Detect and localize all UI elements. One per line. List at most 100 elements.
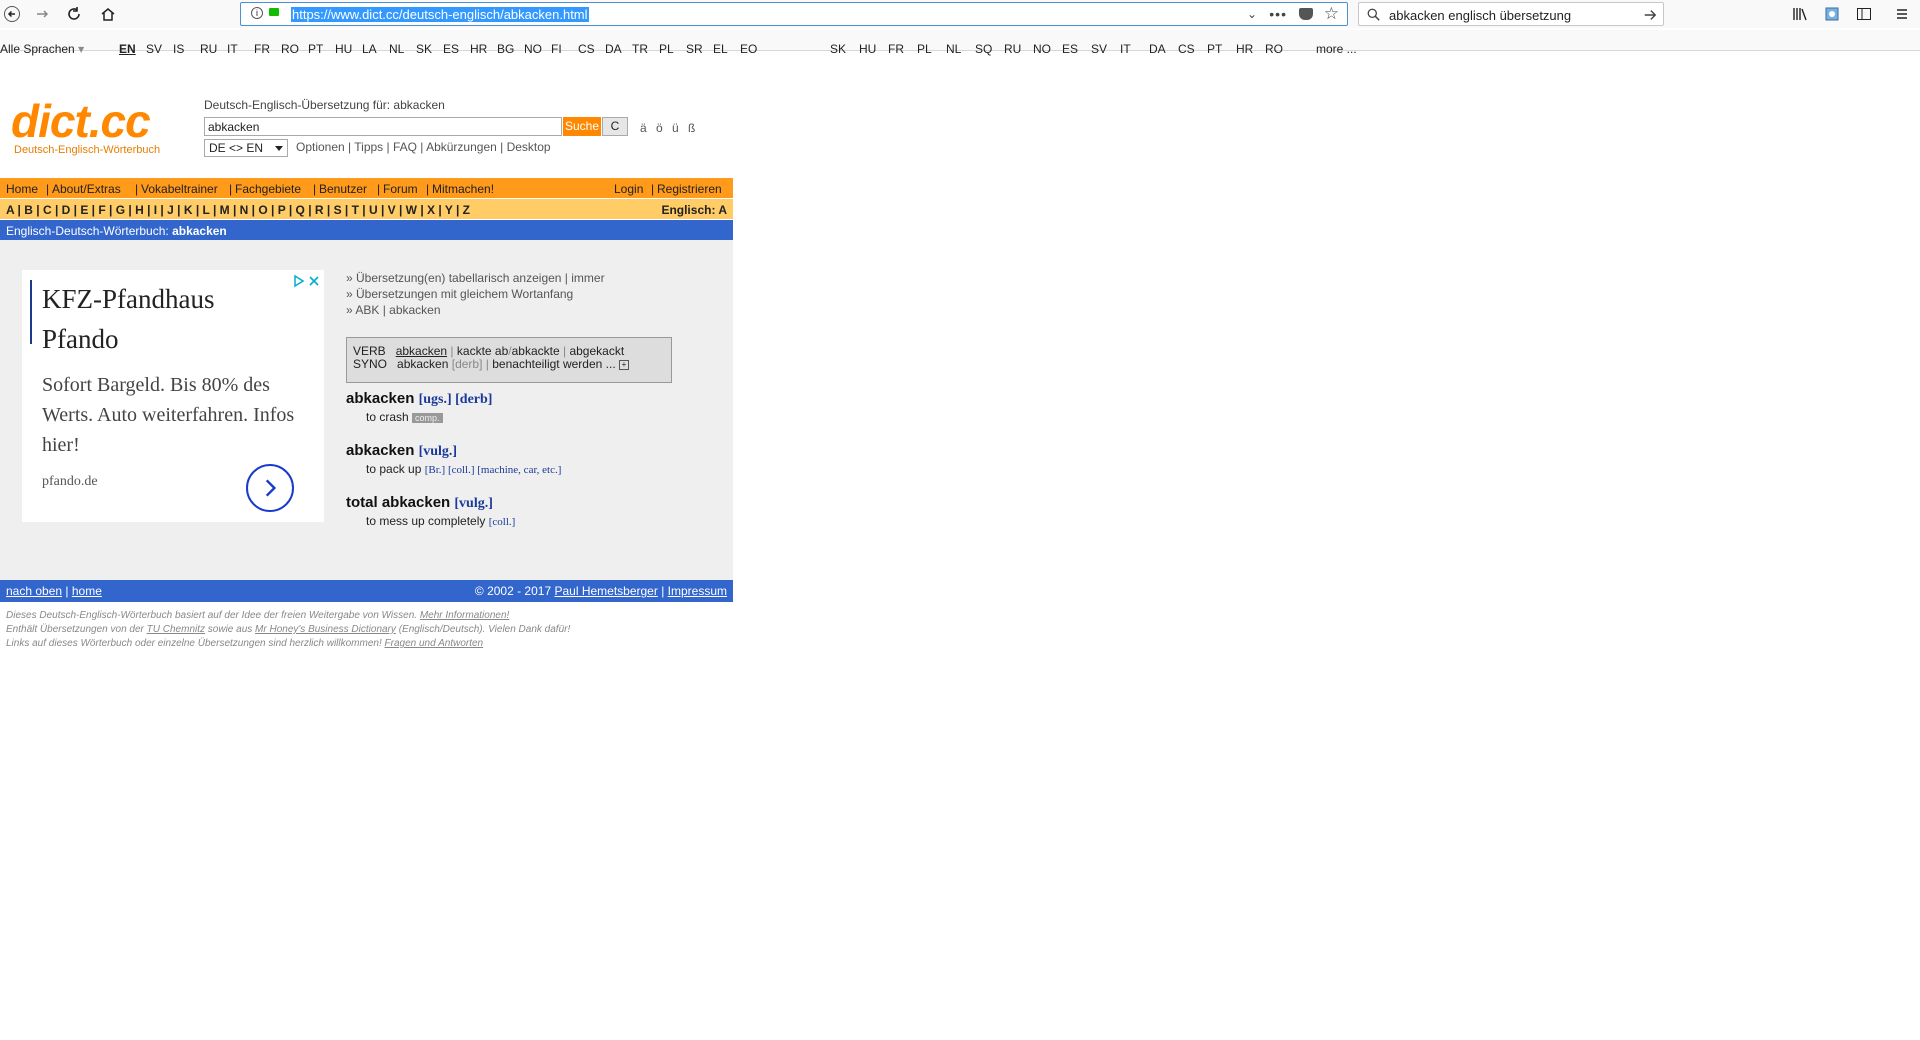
entry-term[interactable]: abkacken [346,390,414,407]
nav-link-forum[interactable]: Forum [383,182,418,196]
entry-headword[interactable]: abkacken [ugs.] [derb] [346,390,492,408]
dropdown-icon[interactable]: ⌄ [1247,7,1257,21]
language-link-2-no[interactable]: NO [1033,42,1051,56]
language-link-2-da[interactable]: DA [1149,42,1166,56]
bookmark-star-icon[interactable]: ☆ [1324,4,1339,24]
language-link-2-pt[interactable]: PT [1207,42,1222,56]
language-link-en[interactable]: EN [119,42,136,56]
language-link-fi[interactable]: FI [551,42,562,56]
language-link-eo[interactable]: EO [740,42,757,56]
page-actions-icon[interactable]: ••• [1269,6,1287,22]
language-link-2-fr[interactable]: FR [888,42,904,56]
back-icon[interactable] [0,2,24,26]
library-icon[interactable] [1788,2,1812,26]
language-link-el[interactable]: EL [713,42,728,56]
verb-infinitive[interactable]: abkacken [396,344,447,358]
nav-link-registrieren[interactable]: Registrieren [657,182,722,196]
nav-link-fachgebiete[interactable]: Fachgebiete [235,182,301,196]
more-languages-link[interactable]: more ... [1316,42,1357,56]
entry-headword[interactable]: total abkacken [vulg.] [346,494,493,512]
menu-icon[interactable] [1890,2,1914,26]
language-link-sk[interactable]: SK [416,42,432,56]
reload-icon[interactable] [62,2,86,26]
ad-arrow-icon[interactable] [246,464,294,512]
forward-icon[interactable] [30,2,54,26]
expand-icon[interactable]: + [619,359,630,370]
language-link-nl[interactable]: NL [389,42,404,56]
entry-term[interactable]: total abkacken [346,494,450,511]
language-link-2-nl[interactable]: NL [946,42,961,56]
info-icon[interactable]: i [251,7,263,19]
language-link-pt[interactable]: PT [308,42,323,56]
more-info-link[interactable]: Mehr Informationen! [420,610,510,621]
entry-translation[interactable]: to mess up completely [coll.] [366,514,515,528]
dictcc-logo[interactable]: dict.cc [11,98,151,144]
language-link-sr[interactable]: SR [686,42,703,56]
pocket-icon[interactable] [1299,8,1313,20]
advertisement[interactable]: KFZ-Pfandhaus Pfando Sofort Bargeld. Bis… [22,270,324,522]
language-link-tr[interactable]: TR [632,42,648,56]
language-link-2-sk[interactable]: SK [830,42,846,56]
language-link-da[interactable]: DA [605,42,622,56]
tu-chemnitz-link[interactable]: TU Chemnitz [147,624,205,635]
ad-choices-icon[interactable] [292,274,322,288]
alphabet-links[interactable]: A | B | C | D | E | F | G | H | I | J | … [6,203,470,217]
nav-link-mitmachen[interactable]: Mitmachen! [432,182,494,196]
language-link-es[interactable]: ES [443,42,459,56]
ad-title-line1[interactable]: KFZ-Pfandhaus [42,284,214,315]
entry-headword[interactable]: abkacken [vulg.] [346,442,457,460]
impressum-link[interactable]: Impressum [668,584,727,598]
home-icon[interactable] [96,2,120,26]
ad-body[interactable]: Sofort Bargeld. Bis 80% des Werts. Auto … [42,370,302,460]
ad-title-line2[interactable]: Pfando [42,324,119,355]
author-link[interactable]: Paul Hemetsberger [554,584,657,598]
language-link-cs[interactable]: CS [578,42,595,56]
show-table-link[interactable]: » Übersetzung(en) tabellarisch anzeigen … [346,270,605,286]
language-link-2-sv[interactable]: SV [1091,42,1107,56]
entry-translation[interactable]: to pack up [Br.] [coll.] [machine, car, … [366,462,561,476]
language-link-2-it[interactable]: IT [1120,42,1131,56]
nav-link-about-extras[interactable]: About/Extras [52,182,121,196]
back-to-top-link[interactable]: nach oben [6,584,62,598]
nav-link-benutzer[interactable]: Benutzer [319,182,367,196]
go-arrow-icon[interactable] [1643,8,1657,22]
language-link-2-es[interactable]: ES [1062,42,1078,56]
query-input[interactable]: abkacken [204,117,562,136]
nav-link-home[interactable]: Home [6,182,38,196]
umlaut-buttons[interactable]: ä ö ü ß [640,121,698,135]
all-languages-menu[interactable]: Alle Sprachen ▾ [0,42,84,56]
translation-text[interactable]: to pack up [366,462,421,476]
language-link-2-pl[interactable]: PL [917,42,932,56]
language-link-no[interactable]: NO [524,42,542,56]
clear-button[interactable]: C [602,117,628,136]
language-link-2-sq[interactable]: SQ [975,42,992,56]
footer-home-link[interactable]: home [72,584,102,598]
language-link-bg[interactable]: BG [497,42,514,56]
language-link-ro[interactable]: RO [281,42,299,56]
search-bar[interactable]: abkacken englisch übersetzung [1358,2,1664,26]
nav-link-vokabeltrainer[interactable]: Vokabeltrainer [141,182,218,196]
same-prefix-link[interactable]: » Übersetzungen mit gleichem Wortanfang [346,286,605,302]
nav-link-login[interactable]: Login [614,182,643,196]
search-button[interactable]: Suche [563,117,601,136]
faq-link[interactable]: Fragen und Antworten [385,638,484,649]
language-link-hr[interactable]: HR [470,42,487,56]
language-link-2-ru[interactable]: RU [1004,42,1021,56]
language-link-hu[interactable]: HU [335,42,352,56]
language-link-is[interactable]: IS [173,42,184,56]
direction-select[interactable]: DE <> EN [204,139,288,157]
ad-domain[interactable]: pfando.de [42,474,98,490]
language-link-pl[interactable]: PL [659,42,674,56]
language-link-la[interactable]: LA [362,42,377,56]
search-text[interactable]: abkacken englisch übersetzung [1389,8,1571,23]
language-link-2-cs[interactable]: CS [1178,42,1195,56]
entry-translation[interactable]: to crash comp. [366,410,443,424]
language-link-2-hu[interactable]: HU [859,42,876,56]
language-link-ru[interactable]: RU [200,42,217,56]
entry-term[interactable]: abkacken [346,442,414,459]
abk-link[interactable]: » ABK | abkacken [346,302,605,318]
language-link-2-hr[interactable]: HR [1236,42,1253,56]
syno-word[interactable]: abkacken [397,357,448,371]
sidebar-icon[interactable] [1852,2,1876,26]
language-link-it[interactable]: IT [227,42,238,56]
